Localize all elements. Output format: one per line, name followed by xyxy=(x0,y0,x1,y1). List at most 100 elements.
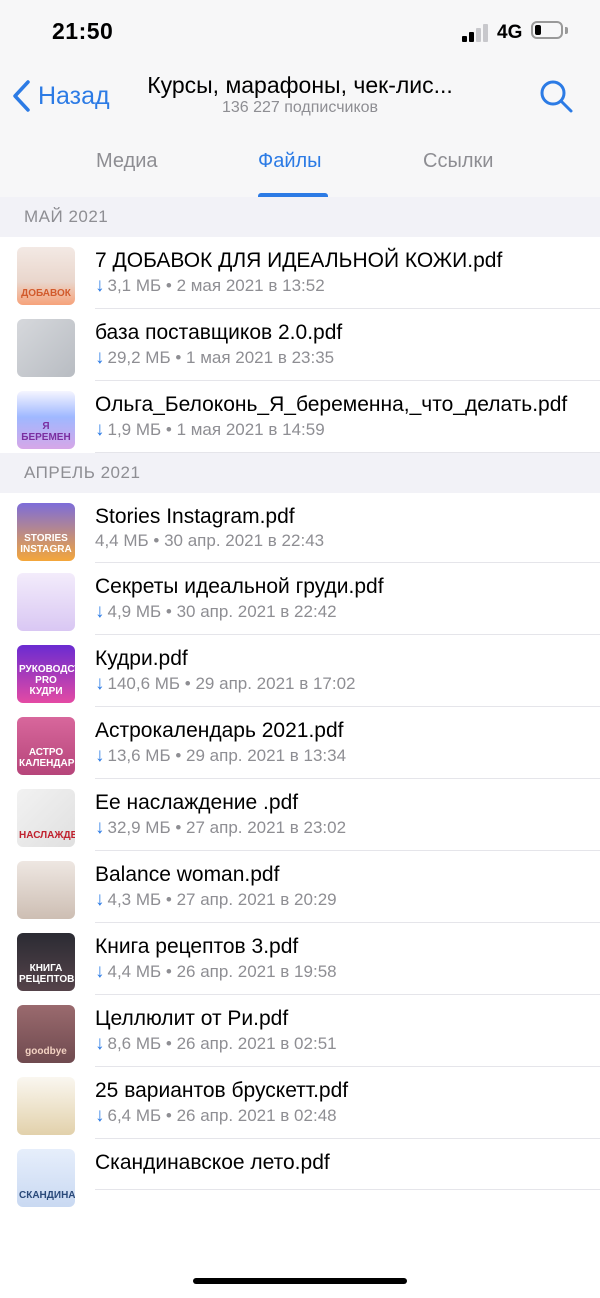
download-arrow-icon[interactable]: ↓ xyxy=(95,601,105,623)
home-indicator[interactable] xyxy=(193,1278,407,1284)
file-name: Скандинавское лето.pdf xyxy=(95,1151,330,1174)
file-row[interactable]: НАСЛАЖДЕН Ее наслаждение .pdf ↓32,9 МБ • 2… xyxy=(17,779,600,851)
file-name: база поставщиков 2.0.pdf xyxy=(95,321,343,344)
file-size-date: 4,4 МБ • 30 апр. 2021 в 22:43 xyxy=(95,531,325,550)
file-row[interactable]: ДОБАВОК 7 ДОБАВОК ДЛЯ ИДЕАЛЬНОЙ КОЖИ.pdf ↓… xyxy=(17,237,600,309)
file-name: Ольга_Белоконь_Я_беременна,_что_делать.p… xyxy=(95,393,568,416)
download-arrow-icon[interactable]: ↓ xyxy=(95,961,105,983)
status-time: 21:50 xyxy=(52,18,114,44)
file-row[interactable]: Я БЕРЕМЕН Ольга_Белоконь_Я_беременна,_что… xyxy=(17,381,600,453)
search-icon[interactable] xyxy=(538,78,574,114)
thumbnail-label: АСТРО КАЛЕНДАРЬ xyxy=(19,747,75,769)
file-thumbnail: ДОБАВОК xyxy=(17,247,75,305)
download-arrow-icon[interactable]: ↓ xyxy=(95,817,105,839)
file-name: Астрокалендарь 2021.pdf xyxy=(95,719,344,742)
thumbnail-label: СКАНДИНАВСКО xyxy=(19,1190,75,1201)
file-size-date: 29,2 МБ • 1 мая 2021 в 23:35 xyxy=(107,348,335,367)
file-thumbnail: НАСЛАЖДЕН xyxy=(17,789,75,847)
file-meta: ↓ 32,9 МБ • 27 апр. 2021 в 23:02 xyxy=(95,817,600,850)
file-size-date: 32,9 МБ • 27 апр. 2021 в 23:02 xyxy=(107,818,347,837)
download-arrow-icon[interactable]: ↓ xyxy=(95,419,105,441)
file-row[interactable]: Секреты идеальной груди.pdf ↓ 4,9 МБ • 30 … xyxy=(17,563,600,635)
file-name: Stories Instagram.pdf xyxy=(95,505,295,528)
back-label: Назад xyxy=(38,81,110,110)
file-size-date: 140,6 МБ • 29 апр. 2021 в 17:02 xyxy=(107,674,356,693)
file-row[interactable]: АСТРО КАЛЕНДАРЬ Астрокалендарь 2021.pdf ↓1… xyxy=(17,707,600,779)
file-row[interactable]: goodbye Целлюлит от Ри.pdf ↓ 8,6 МБ • 26 ап… xyxy=(17,995,600,1067)
file-thumbnail xyxy=(17,1077,75,1135)
file-name: Ее наслаждение .pdf xyxy=(95,791,299,814)
file-row[interactable]: КНИГА РЕЦЕПТОВ Книга рецептов 3.pdf ↓ 4,4 М… xyxy=(17,923,600,995)
file-size-date: 4,3 МБ • 27 апр. 2021 в 20:29 xyxy=(107,890,337,909)
battery-tip xyxy=(565,27,568,34)
file-list: МАЙ 2021 ДОБАВОК 7 ДОБАВОК ДЛЯ ИДЕАЛЬНОЙ К… xyxy=(0,197,600,1207)
file-size-date: 6,4 МБ • 26 апр. 2021 в 02:48 xyxy=(107,1106,337,1125)
file-meta: ↓ 4,3 МБ • 27 апр. 2021 в 20:29 xyxy=(95,889,600,922)
channel-title[interactable]: Курсы, марафоны, чек-лис... xyxy=(120,72,480,99)
section-header: МАЙ 2021 xyxy=(0,197,600,237)
tab-bar: Медиа Файлы Ссылки xyxy=(0,150,600,198)
file-thumbnail xyxy=(17,861,75,919)
file-meta: ↓ 4,9 МБ • 30 апр. 2021 в 22:42 xyxy=(95,601,600,634)
download-arrow-icon[interactable]: ↓ xyxy=(95,673,105,695)
file-row[interactable]: STORIES INSTAGRA Stories Instagram.pdf 4,4… xyxy=(17,493,600,563)
back-button[interactable]: Назад xyxy=(10,78,110,114)
file-thumbnail xyxy=(17,319,75,377)
file-name: 25 вариантов брускетт.pdf xyxy=(95,1079,349,1102)
file-size-date: 4,9 МБ • 30 апр. 2021 в 22:42 xyxy=(107,602,337,621)
file-thumbnail: STORIES INSTAGRA xyxy=(17,503,75,561)
tab-links[interactable]: Ссылки xyxy=(423,150,493,173)
thumbnail-label: НАСЛАЖДЕН xyxy=(19,830,75,841)
file-thumbnail: АСТРО КАЛЕНДАРЬ xyxy=(17,717,75,775)
section-header: АПРЕЛЬ 2021 xyxy=(0,453,600,493)
file-meta: ↓ 3,1 МБ • 2 мая 2021 в 13:52 xyxy=(95,275,600,308)
file-meta: ↓ 4,4 МБ • 26 апр. 2021 в 19:58 xyxy=(95,961,600,994)
file-row[interactable]: РУКОВОДСТВО PRO КУДРИ Кудри.pdf ↓140,6 МБ … xyxy=(17,635,600,707)
file-thumbnail: КНИГА РЕЦЕПТОВ xyxy=(17,933,75,991)
thumbnail-label: goodbye xyxy=(25,1046,67,1057)
file-name: Кудри.pdf xyxy=(95,647,188,670)
thumbnail-label: РУКОВОДСТВО PRO КУДРИ xyxy=(19,664,75,697)
file-meta: ↓ 140,6 МБ • 29 апр. 2021 в 17:02 xyxy=(95,673,600,706)
download-arrow-icon[interactable]: ↓ xyxy=(95,745,105,767)
file-size-date: 8,6 МБ • 26 апр. 2021 в 02:51 xyxy=(107,1034,337,1053)
download-arrow-icon[interactable]: ↓ xyxy=(95,889,105,911)
download-arrow-icon[interactable]: ↓ xyxy=(95,347,105,369)
network-type: 4G xyxy=(497,22,523,43)
tab-files[interactable]: Файлы xyxy=(258,150,322,173)
navigation-header: 21:50 4G Назад Курсы, марафоны, чек-лис.… xyxy=(0,0,600,198)
file-row[interactable]: СКАНДИНАВСКО Скандинавское лето.pdf xyxy=(17,1139,600,1207)
file-size-date: 1,9 МБ • 1 мая 2021 в 14:59 xyxy=(107,420,325,439)
subscriber-count: 136 227 подписчиков xyxy=(221,99,379,116)
download-arrow-icon[interactable]: ↓ xyxy=(95,1105,105,1127)
download-arrow-icon[interactable]: ↓ xyxy=(95,275,105,297)
file-size-date: 3,1 МБ • 2 мая 2021 в 13:52 xyxy=(107,276,325,295)
file-meta: ↓ 29,2 МБ • 1 мая 2021 в 23:35 xyxy=(95,347,600,380)
thumbnail-label: КНИГА РЕЦЕПТОВ xyxy=(19,963,75,985)
file-thumbnail: Я БЕРЕМЕН xyxy=(17,391,75,449)
file-thumbnail xyxy=(17,573,75,631)
file-size-date: 4,4 МБ • 26 апр. 2021 в 19:58 xyxy=(107,962,337,981)
file-meta: ↓ 6,4 МБ • 26 апр. 2021 в 02:48 xyxy=(95,1105,600,1138)
file-name: Целлюлит от Ри.pdf xyxy=(95,1007,289,1030)
file-meta: ↓ 8,6 МБ • 26 апр. 2021 в 02:51 xyxy=(95,1033,600,1066)
file-name: Секреты идеальной груди.pdf xyxy=(95,575,384,598)
thumbnail-label: STORIES INSTAGRA xyxy=(20,533,72,555)
file-row[interactable]: база поставщиков 2.0.pdf ↓ 29,2 МБ • 1 мая… xyxy=(17,309,600,381)
file-thumbnail: СКАНДИНАВСКО xyxy=(17,1149,75,1207)
file-meta: 4,4 МБ • 30 апр. 2021 в 22:43 xyxy=(95,531,600,562)
tab-media[interactable]: Медиа xyxy=(96,150,158,173)
file-row[interactable]: 25 вариантов брускетт.pdf ↓ 6,4 МБ • 26 ап… xyxy=(17,1067,600,1139)
file-thumbnail: goodbye xyxy=(17,1005,75,1063)
download-arrow-icon[interactable]: ↓ xyxy=(95,1033,105,1055)
file-name: Balance woman.pdf xyxy=(95,863,280,886)
file-meta: ↓ 1,9 МБ • 1 мая 2021 в 14:59 xyxy=(95,419,600,452)
file-thumbnail: РУКОВОДСТВО PRO КУДРИ xyxy=(17,645,75,703)
battery-icon xyxy=(531,21,563,39)
file-row[interactable]: Balance woman.pdf ↓ 4,3 МБ • 27 апр. 2021 … xyxy=(17,851,600,923)
file-name: 7 ДОБАВОК ДЛЯ ИДЕАЛЬНОЙ КОЖИ.pdf xyxy=(95,249,503,272)
file-name: Книга рецептов 3.pdf xyxy=(95,935,299,958)
thumbnail-label: ДОБАВОК xyxy=(21,288,71,299)
thumbnail-label: Я БЕРЕМЕН xyxy=(21,421,71,443)
file-size-date: 13,6 МБ • 29 апр. 2021 в 13:34 xyxy=(107,746,347,765)
